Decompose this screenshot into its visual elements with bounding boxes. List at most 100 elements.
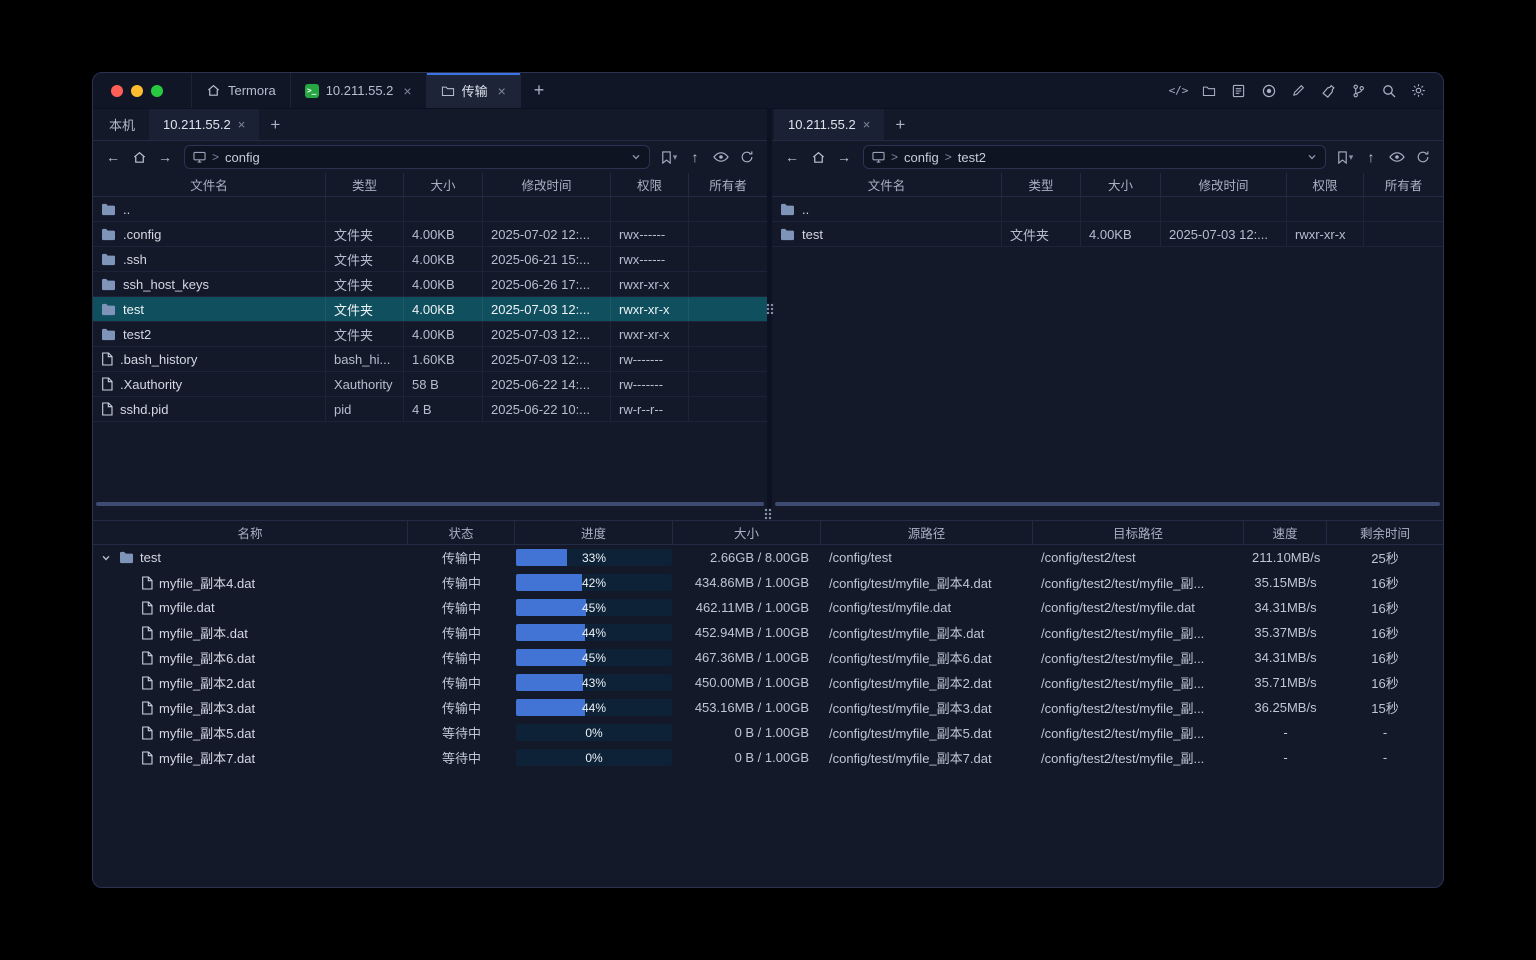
breadcrumb-segment[interactable]: config — [904, 150, 939, 165]
panel-tab-label: 本机 — [109, 115, 135, 134]
transfer-row[interactable]: myfile_副本5.dat等待中0%0 B / 1.00GB/config/t… — [93, 720, 1443, 745]
target-column-header[interactable]: 目标路径 — [1033, 521, 1244, 544]
size-column-header[interactable]: 大小 — [1081, 173, 1161, 196]
mtime-column-header[interactable]: 修改时间 — [1161, 173, 1287, 196]
file-row[interactable]: .. — [772, 197, 1443, 222]
transfer-speed-cell: 211.10MB/s — [1244, 550, 1327, 565]
zoom-window-button[interactable] — [151, 85, 163, 97]
file-owner-cell — [1364, 222, 1443, 246]
transfer-progress-cell: 33% — [515, 549, 673, 566]
file-row[interactable]: test2文件夹4.00KB2025-07-03 12:...rwxr-xr-x — [93, 322, 767, 347]
speed-column-header[interactable]: 速度 — [1244, 521, 1327, 544]
panel-tab-0[interactable]: 本机 — [95, 109, 149, 140]
eye-icon[interactable] — [1385, 145, 1409, 169]
log-icon[interactable] — [1227, 79, 1250, 102]
minimize-window-button[interactable] — [131, 85, 143, 97]
file-row[interactable]: test文件夹4.00KB2025-07-03 12:...rwxr-xr-x — [772, 222, 1443, 247]
close-tab-icon[interactable]: × — [863, 117, 871, 132]
path-breadcrumb[interactable]: >config — [184, 145, 650, 169]
close-tab-icon[interactable]: × — [238, 117, 246, 132]
transfer-row[interactable]: myfile_副本7.dat等待中0%0 B / 1.00GB/config/t… — [93, 745, 1443, 770]
parent-directory-icon[interactable]: ↑ — [683, 145, 707, 169]
new-tab-button[interactable]: + — [259, 109, 291, 140]
horizontal-scrollbar[interactable] — [96, 502, 764, 506]
close-tab-icon[interactable]: × — [403, 83, 411, 99]
transfer-row[interactable]: myfile_副本.dat传输中44%452.94MB / 1.00GB/con… — [93, 620, 1443, 645]
back-arrow-icon[interactable]: ← — [780, 145, 804, 169]
close-window-button[interactable] — [111, 85, 123, 97]
filename-column-header[interactable]: 文件名 — [772, 173, 1002, 196]
transfer-row[interactable]: myfile.dat传输中45%462.11MB / 1.00GB/config… — [93, 595, 1443, 620]
size-column-header[interactable]: 大小 — [404, 173, 483, 196]
search-icon[interactable] — [1377, 79, 1400, 102]
chevron-down-icon[interactable] — [631, 152, 641, 162]
tab-host[interactable]: >_ 10.211.55.2 × — [291, 73, 427, 108]
code-icon[interactable]: </> — [1167, 79, 1190, 102]
file-row[interactable]: .XauthorityXauthority58 B2025-06-22 14:.… — [93, 372, 767, 397]
file-type-cell — [1002, 197, 1081, 221]
back-arrow-icon[interactable]: ← — [101, 145, 125, 169]
file-row[interactable]: .bash_historybash_hi...1.60KB2025-07-03 … — [93, 347, 767, 372]
file-table-header: 文件名类型大小修改时间权限所有者 — [772, 173, 1443, 197]
file-name: test — [123, 302, 144, 317]
transfer-row[interactable]: test传输中33%2.66GB / 8.00GB/config/test/co… — [93, 545, 1443, 570]
refresh-icon[interactable] — [735, 145, 759, 169]
close-tab-icon[interactable]: × — [498, 83, 506, 99]
new-tab-button[interactable]: + — [521, 73, 558, 108]
perm-column-header[interactable]: 权限 — [611, 173, 689, 196]
refresh-icon[interactable] — [1411, 145, 1435, 169]
horizontal-scrollbar[interactable] — [775, 502, 1440, 506]
size-column-header[interactable]: 大小 — [673, 521, 821, 544]
owner-column-header[interactable]: 所有者 — [689, 173, 767, 196]
horizontal-splitter[interactable] — [93, 508, 1443, 520]
git-branch-icon[interactable] — [1347, 79, 1370, 102]
file-row[interactable]: sshd.pidpid4 B2025-06-22 10:...rw-r--r-- — [93, 397, 767, 422]
chevron-down-icon[interactable] — [99, 553, 113, 563]
bookmark-button[interactable]: ▾ — [657, 145, 681, 169]
record-icon[interactable] — [1257, 79, 1280, 102]
filename-column-header[interactable]: 文件名 — [93, 173, 326, 196]
transfer-row[interactable]: myfile_副本6.dat传输中45%467.36MB / 1.00GB/co… — [93, 645, 1443, 670]
file-row[interactable]: .ssh文件夹4.00KB2025-06-21 15:...rwx------ — [93, 247, 767, 272]
progress-bar: 44% — [516, 624, 672, 641]
forward-arrow-icon[interactable]: → — [832, 145, 856, 169]
mtime-column-header[interactable]: 修改时间 — [483, 173, 611, 196]
breadcrumb-segment[interactable]: config — [225, 150, 260, 165]
file-row[interactable]: .config文件夹4.00KB2025-07-02 12:...rwx----… — [93, 222, 767, 247]
chevron-down-icon[interactable] — [1307, 152, 1317, 162]
progress-bar: 33% — [516, 549, 672, 566]
eye-icon[interactable] — [709, 145, 733, 169]
panel-tab-0[interactable]: 10.211.55.2× — [774, 109, 884, 140]
bookmark-button[interactable]: ▾ — [1333, 145, 1357, 169]
name-column-header[interactable]: 名称 — [93, 521, 408, 544]
settings-icon[interactable] — [1407, 79, 1430, 102]
new-tab-button[interactable]: + — [884, 109, 916, 140]
progress-column-header[interactable]: 进度 — [515, 521, 673, 544]
file-row[interactable]: .. — [93, 197, 767, 222]
file-row[interactable]: ssh_host_keys文件夹4.00KB2025-06-26 17:...r… — [93, 272, 767, 297]
parent-directory-icon[interactable]: ↑ — [1359, 145, 1383, 169]
transfer-row[interactable]: myfile_副本3.dat传输中44%453.16MB / 1.00GB/co… — [93, 695, 1443, 720]
home-icon[interactable] — [127, 145, 151, 169]
panel-tab-1[interactable]: 10.211.55.2× — [149, 109, 259, 140]
type-column-header[interactable]: 类型 — [1002, 173, 1081, 196]
file-perm-cell: rwx------ — [611, 247, 689, 271]
file-row[interactable]: test文件夹4.00KB2025-07-03 12:...rwxr-xr-x — [93, 297, 767, 322]
tab-transfer[interactable]: 传输 × — [427, 73, 521, 108]
transfer-row[interactable]: myfile_副本4.dat传输中42%434.86MB / 1.00GB/co… — [93, 570, 1443, 595]
source-column-header[interactable]: 源路径 — [821, 521, 1033, 544]
path-breadcrumb[interactable]: >config>test2 — [863, 145, 1326, 169]
flashlight-icon[interactable] — [1317, 79, 1340, 102]
transfer-row[interactable]: myfile_副本2.dat传输中43%450.00MB / 1.00GB/co… — [93, 670, 1443, 695]
folder-icon[interactable] — [1197, 79, 1220, 102]
owner-column-header[interactable]: 所有者 — [1364, 173, 1443, 196]
home-icon[interactable] — [806, 145, 830, 169]
tab-termora[interactable]: Termora — [191, 73, 291, 108]
status-column-header[interactable]: 状态 — [408, 521, 515, 544]
type-column-header[interactable]: 类型 — [326, 173, 404, 196]
eta-column-header[interactable]: 剩余时间 — [1327, 521, 1443, 544]
breadcrumb-segment[interactable]: test2 — [958, 150, 986, 165]
perm-column-header[interactable]: 权限 — [1287, 173, 1364, 196]
edit-icon[interactable] — [1287, 79, 1310, 102]
forward-arrow-icon[interactable]: → — [153, 145, 177, 169]
